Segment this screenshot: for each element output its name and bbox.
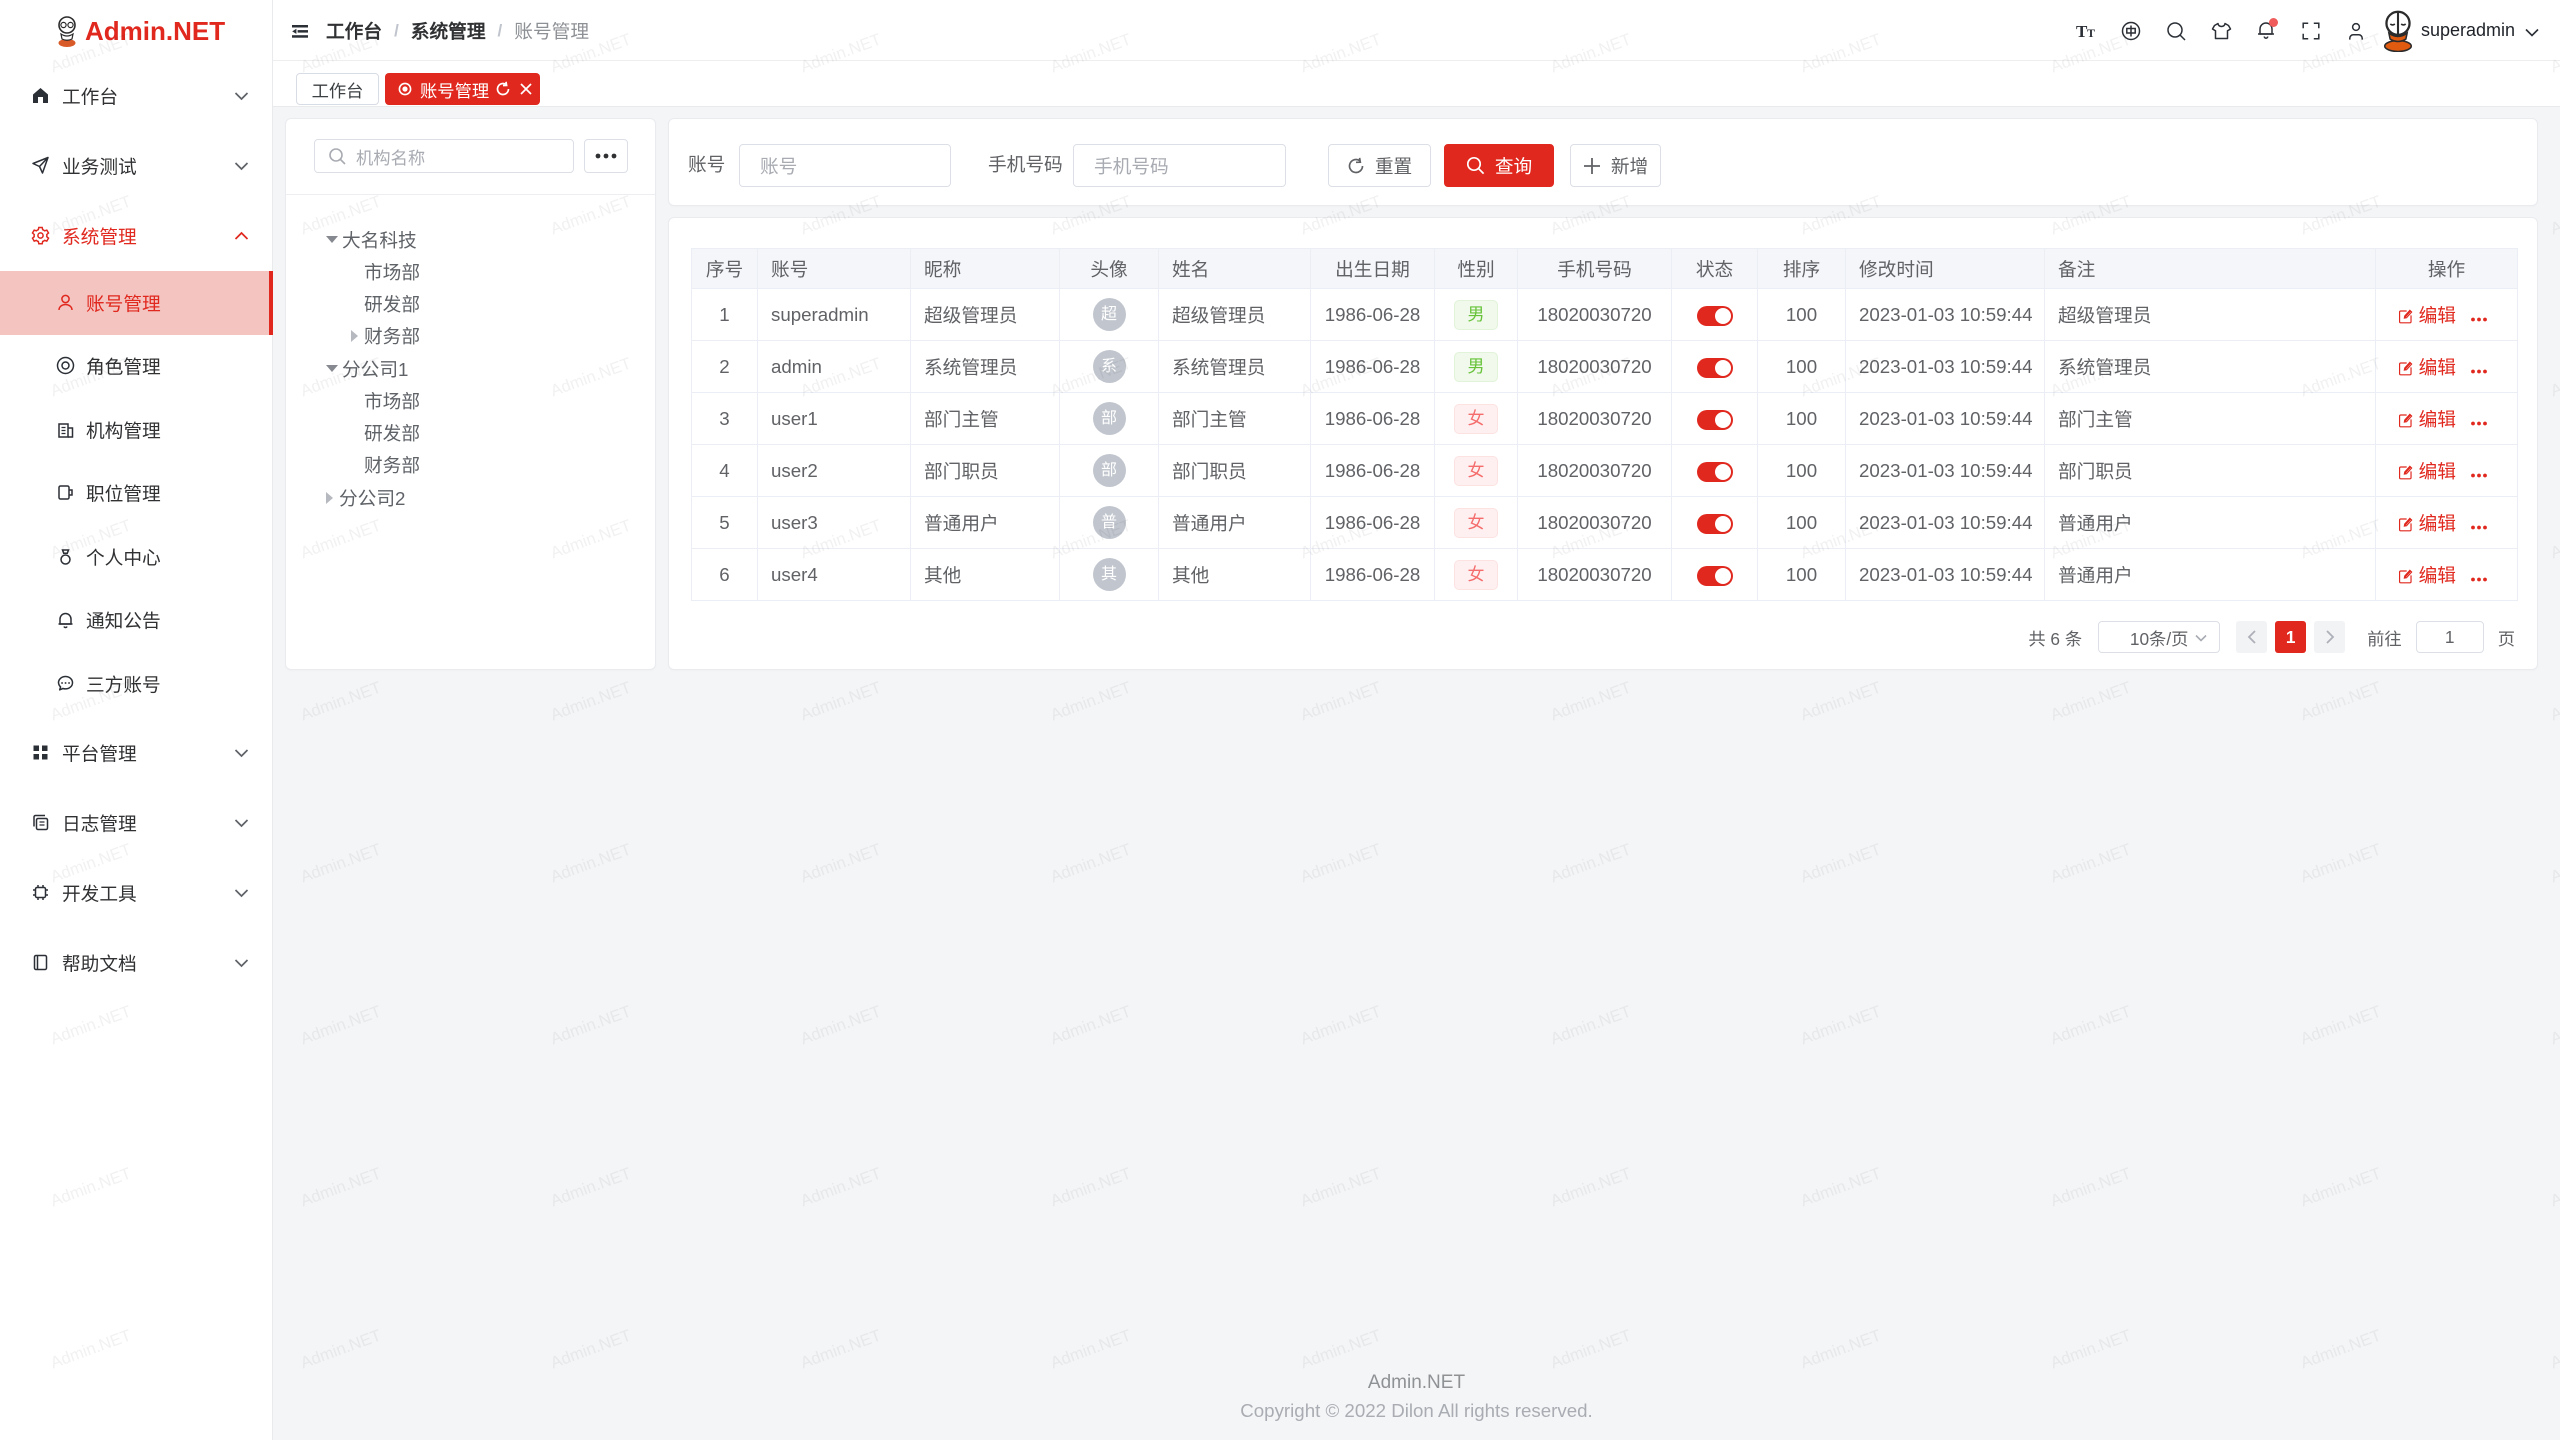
svg-text:T: T xyxy=(2087,26,2095,40)
